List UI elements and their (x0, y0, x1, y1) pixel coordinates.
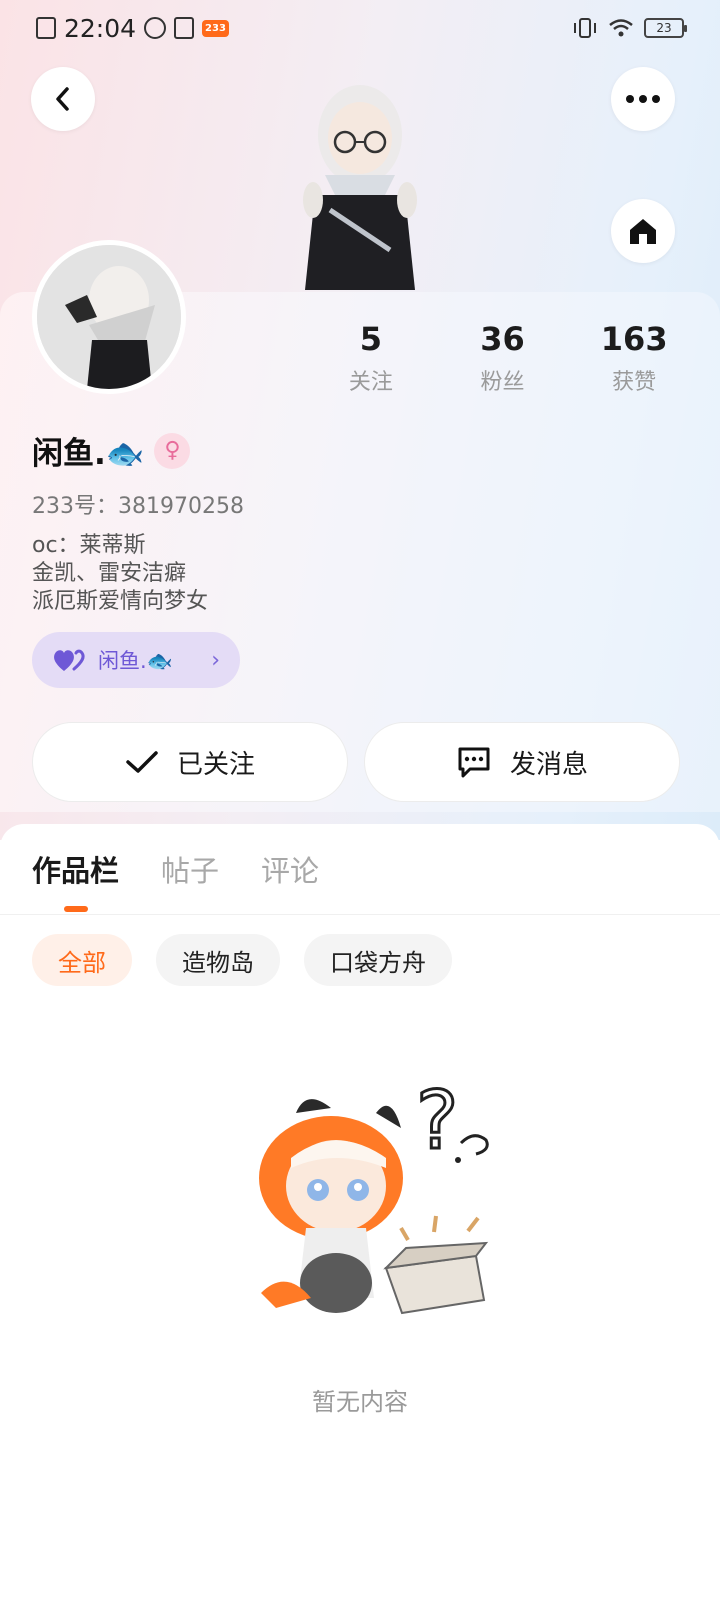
filter-chips: 全部 造物岛 口袋方舟 (32, 934, 452, 986)
profile-tabs: 作品栏 帖子 评论 (32, 848, 319, 890)
tab-works[interactable]: 作品栏 (32, 848, 119, 890)
stat-likes[interactable]: 163 获赞 (568, 320, 700, 396)
followed-label: 已关注 (176, 749, 255, 780)
tab-posts[interactable]: 帖子 (161, 848, 219, 890)
sim-icon (36, 17, 56, 39)
stat-label: 粉丝 (480, 370, 525, 395)
followed-button[interactable]: 已关注 (32, 722, 348, 802)
status-time: 22:04 (64, 13, 137, 43)
wifi-icon (609, 19, 633, 37)
battery-icon: 23 (644, 18, 687, 38)
status-icon-2 (174, 17, 195, 39)
divider (0, 914, 720, 915)
username: 闲鱼.🐟 (32, 436, 145, 472)
tag-label: 闲鱼.🐟 (98, 649, 173, 673)
stat-number: 5 (359, 320, 382, 358)
tab-indicator (64, 906, 88, 912)
avatar[interactable] (32, 240, 186, 394)
stat-followers[interactable]: 36 粉丝 (437, 320, 569, 396)
more-button[interactable] (611, 67, 675, 131)
status-icon-1 (144, 17, 167, 39)
bio: oc：莱蒂斯 金凯、雷安洁癖 派厄斯爱情向梦女 (32, 532, 208, 616)
filter-pocket-ark[interactable]: 口袋方舟 (304, 934, 452, 986)
stat-number: 36 (480, 320, 525, 358)
bio-line: 金凯、雷安洁癖 (32, 561, 187, 586)
app-badge-icon: 233 (202, 19, 229, 37)
double-heart-icon (54, 649, 85, 671)
user-id: 233号：381970258 (32, 494, 244, 519)
back-button[interactable] (31, 67, 95, 131)
relationship-tag[interactable]: 闲鱼.🐟 › (32, 632, 240, 688)
tab-comments[interactable]: 评论 (261, 848, 319, 890)
bio-line: oc：莱蒂斯 (32, 533, 146, 558)
home-button[interactable] (611, 199, 675, 263)
bio-line: 派厄斯爱情向梦女 (32, 589, 209, 614)
female-gender-icon: ♀ (154, 432, 191, 469)
status-bar: 22:04 233 23 (0, 0, 720, 56)
battery-level: 23 (656, 21, 672, 35)
filter-all[interactable]: 全部 (32, 934, 132, 986)
filter-creation-island[interactable]: 造物岛 (156, 934, 280, 986)
avatar-image (37, 245, 181, 389)
stat-label: 获赞 (612, 370, 657, 395)
name-row: 闲鱼.🐟 ♀ (32, 428, 191, 473)
character-3d-image (303, 85, 417, 290)
message-icon (458, 747, 490, 778)
send-message-button[interactable]: 发消息 (364, 722, 680, 802)
send-message-label: 发消息 (509, 749, 588, 780)
stat-label: 关注 (348, 370, 393, 395)
check-icon (126, 751, 158, 773)
stat-number: 163 (600, 320, 668, 358)
more-dots-icon (626, 95, 660, 103)
vibrate-icon (574, 18, 596, 38)
stat-following[interactable]: 5 关注 (305, 320, 437, 396)
svg-text:?: ? (416, 1074, 458, 1167)
empty-state-text: 暂无内容 (312, 1388, 408, 1416)
stats-row: 5 关注 36 粉丝 163 获赞 (305, 320, 700, 396)
home-icon (630, 219, 656, 244)
back-chevron-icon (56, 87, 69, 111)
chevron-right-icon: › (211, 647, 220, 673)
empty-state-illustration: ? (259, 1073, 489, 1315)
